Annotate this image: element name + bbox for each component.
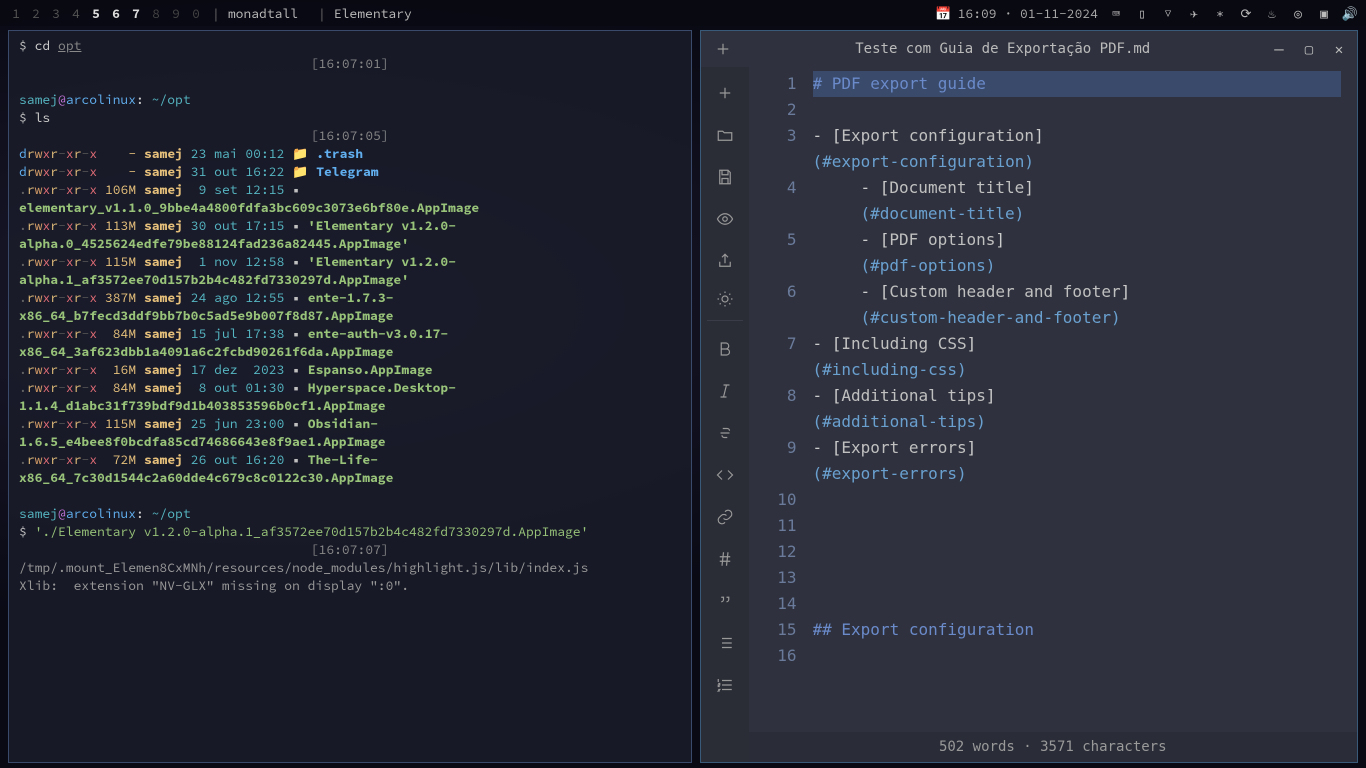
italic-icon[interactable] <box>707 373 743 409</box>
share-icon[interactable] <box>707 243 743 279</box>
bold-icon[interactable] <box>707 331 743 367</box>
terminal-window[interactable]: $ cd opt [16:07:01] samej@arcolinux: ~/o… <box>8 30 692 763</box>
minimize-button[interactable]: ─ <box>1271 40 1287 58</box>
folder-icon[interactable] <box>707 117 743 153</box>
code-line[interactable] <box>813 97 1342 123</box>
gear-icon[interactable] <box>707 285 743 321</box>
picture-icon[interactable]: ▣ <box>1316 5 1332 21</box>
bluetooth-icon[interactable]: ∗ <box>1212 5 1228 21</box>
quote-icon[interactable] <box>707 583 743 619</box>
code-line[interactable] <box>813 539 1342 565</box>
workspace-5[interactable]: 5 <box>88 5 104 22</box>
code-line[interactable] <box>813 591 1342 617</box>
new-file-icon[interactable] <box>711 37 735 61</box>
sync-icon[interactable]: ⟳ <box>1238 5 1254 21</box>
document-title: Teste com Guia de Exportação PDF.md <box>735 41 1272 57</box>
save-icon[interactable] <box>707 159 743 195</box>
status-text: 502 words · 3571 characters <box>939 739 1167 755</box>
separator: | <box>212 5 220 22</box>
code-line[interactable]: (#custom-header-and-footer) <box>813 305 1342 331</box>
volume-icon[interactable]: 🔊 <box>1342 5 1358 21</box>
code-line[interactable] <box>813 487 1342 513</box>
workspace-indicator: 1234567890 <box>8 5 204 22</box>
clock-widget[interactable]: 📅 16:09 · 01-11-2024 <box>935 5 1098 22</box>
maximize-button[interactable]: ▢ <box>1301 40 1317 58</box>
workspace-9[interactable]: 9 <box>168 5 184 22</box>
top-bar: 1234567890 | monadtall | Elementary 📅 16… <box>0 0 1366 26</box>
dots-icon[interactable] <box>707 709 743 745</box>
code-line[interactable]: - [Additional tips] <box>813 383 1342 409</box>
editor-window: Teste com Guia de Exportação PDF.md ─ ▢ … <box>700 30 1359 763</box>
code-line[interactable]: (#additional-tips) <box>813 409 1342 435</box>
code-line[interactable]: (#export-errors) <box>813 461 1342 487</box>
code-line[interactable]: (#export-configuration) <box>813 149 1342 175</box>
ol-icon[interactable] <box>707 667 743 703</box>
flame-icon[interactable]: ♨ <box>1264 5 1280 21</box>
code-line[interactable]: # PDF export guide <box>813 71 1342 97</box>
update-icon[interactable]: ◎ <box>1290 5 1306 21</box>
workspace-6[interactable]: 6 <box>108 5 124 22</box>
hash-icon[interactable] <box>707 541 743 577</box>
wifi-icon[interactable]: ▽ <box>1160 5 1176 21</box>
editor-titlebar: Teste com Guia de Exportação PDF.md ─ ▢ … <box>701 31 1358 67</box>
code-line[interactable]: - [Including CSS] <box>813 331 1342 357</box>
code-line[interactable]: - [Document title] <box>813 175 1342 201</box>
workspace-4[interactable]: 4 <box>68 5 84 22</box>
ul-icon[interactable] <box>707 625 743 661</box>
code-line[interactable]: ## Export configuration <box>813 617 1342 643</box>
workspace-1[interactable]: 1 <box>8 5 24 22</box>
clock-text: 16:09 · 01-11-2024 <box>958 5 1098 22</box>
code-line[interactable] <box>813 565 1342 591</box>
calendar-icon: 📅 <box>935 5 951 22</box>
code-line[interactable]: (#document-title) <box>813 201 1342 227</box>
code-line[interactable]: - [Custom header and footer] <box>813 279 1342 305</box>
close-button[interactable]: ✕ <box>1331 40 1347 58</box>
keyboard-icon[interactable]: ⌨ <box>1108 5 1124 21</box>
workspace-2[interactable]: 2 <box>28 5 44 22</box>
workspace-0[interactable]: 0 <box>188 5 204 22</box>
workspace-3[interactable]: 3 <box>48 5 64 22</box>
workspace-8[interactable]: 8 <box>148 5 164 22</box>
code-icon[interactable] <box>707 457 743 493</box>
link-icon[interactable] <box>707 499 743 535</box>
workspace-7[interactable]: 7 <box>128 5 144 22</box>
code-content[interactable]: # PDF export guide - [Export configuratio… <box>813 71 1358 732</box>
eye-icon[interactable] <box>707 201 743 237</box>
code-line[interactable]: - [PDF options] <box>813 227 1342 253</box>
telegram-icon[interactable]: ✈ <box>1186 5 1202 21</box>
plus-icon[interactable] <box>707 75 743 111</box>
separator: | <box>318 5 326 22</box>
editor-statusbar: 502 words · 3571 characters <box>749 732 1358 762</box>
layout-name[interactable]: monadtall <box>228 5 298 22</box>
code-line[interactable]: (#pdf-options) <box>813 253 1342 279</box>
editor-sidebar <box>701 67 749 762</box>
strike-icon[interactable] <box>707 415 743 451</box>
line-gutter: 12345678910111213141516 <box>749 71 813 732</box>
code-line[interactable]: (#including-css) <box>813 357 1342 383</box>
battery-icon[interactable]: ▯ <box>1134 5 1150 21</box>
active-window-title: Elementary <box>334 5 412 22</box>
code-line[interactable]: - [Export configuration] <box>813 123 1342 149</box>
code-line[interactable] <box>813 513 1342 539</box>
code-line[interactable] <box>813 643 1342 669</box>
system-tray: 📅 16:09 · 01-11-2024 ⌨ ▯ ▽ ✈ ∗ ⟳ ♨ ◎ ▣ 🔊 <box>935 5 1358 22</box>
code-line[interactable]: - [Export errors] <box>813 435 1342 461</box>
